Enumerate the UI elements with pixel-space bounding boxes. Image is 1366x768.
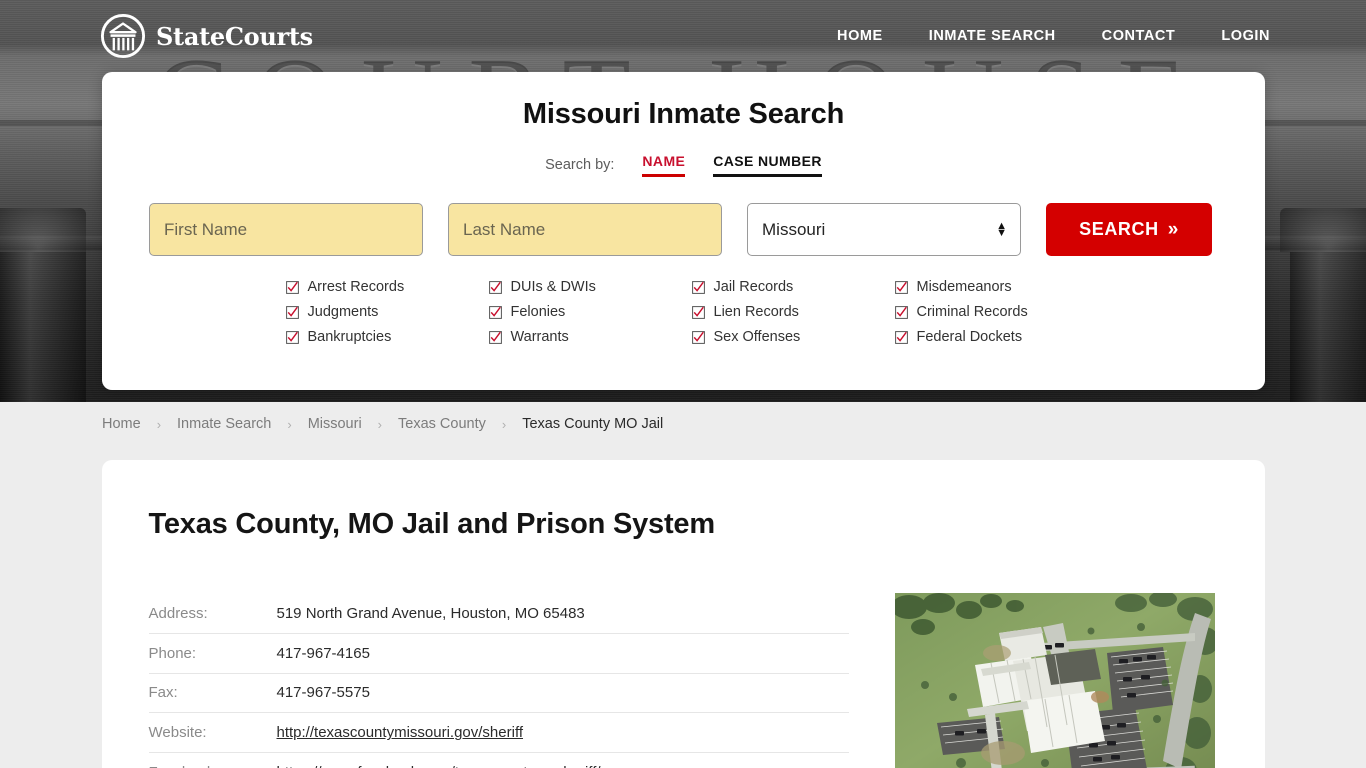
page-title: Texas County, MO Jail and Prison System	[148, 508, 716, 540]
checkbox-judgments[interactable]: Judgments	[285, 304, 489, 320]
row-value-phone: 417-967-4165	[276, 644, 370, 662]
hero-column-capital	[0, 208, 86, 252]
website-link[interactable]: http://texascountymissouri.gov/sheriff	[277, 724, 524, 741]
nav-item-home[interactable]: HOME	[837, 28, 883, 44]
search-by-label: Search by:	[545, 157, 615, 173]
checkbox-label: Sex Offenses	[713, 329, 801, 345]
table-row: Address: 519 North Grand Avenue, Houston…	[148, 594, 849, 634]
checked-checkbox-icon	[691, 280, 705, 294]
checkbox-sex-offenses[interactable]: Sex Offenses	[691, 329, 895, 345]
record-type-checkbox-grid: Arrest Records DUIs & DWIs Jail Records …	[102, 279, 1265, 345]
hero-header: COURT HOUSE StateCourts HOM	[0, 0, 1366, 402]
chevron-right-icon: ›	[501, 416, 507, 432]
nav-links: HOME INMATE SEARCH CONTACT LOGIN	[837, 28, 1270, 44]
main-content-area: Texas County, MO Jail and Prison System …	[0, 446, 1366, 768]
facebook-link[interactable]: https://www.facebook.com/texascountymosh…	[277, 764, 601, 768]
row-value-fax: 417-967-5575	[276, 684, 370, 702]
chevron-right-icon: ›	[377, 416, 383, 432]
checked-checkbox-icon	[488, 330, 502, 344]
table-row: Facebook: https://www.facebook.com/texas…	[149, 753, 849, 768]
checkbox-arrest-records[interactable]: Arrest Records	[285, 279, 489, 295]
checkbox-misdemeanors[interactable]: Misdemeanors	[894, 279, 1098, 295]
breadcrumb-item-current: Texas County MO Jail	[522, 416, 664, 432]
facility-detail-card: Texas County, MO Jail and Prison System …	[101, 460, 1265, 768]
checked-checkbox-icon	[285, 305, 299, 319]
row-label: Phone:	[148, 644, 197, 662]
checkbox-label: Judgments	[307, 304, 379, 320]
checkbox-warrants[interactable]: Warrants	[488, 329, 692, 345]
nav-item-contact[interactable]: CONTACT	[1102, 28, 1176, 44]
checked-checkbox-icon	[691, 305, 705, 319]
state-select-wrapper: Missouri ▲ ▼	[747, 203, 1021, 256]
breadcrumb-item-home[interactable]: Home	[102, 416, 141, 432]
tab-case-number[interactable]: CASE NUMBER	[713, 153, 822, 177]
checked-checkbox-icon	[285, 280, 299, 294]
facility-info-table: Address: 519 North Grand Avenue, Houston…	[148, 593, 849, 768]
search-form-row: Missouri ▲▼ SEARCH »	[102, 203, 1265, 256]
search-button[interactable]: SEARCH »	[1046, 203, 1212, 256]
facility-map-column	[894, 593, 1215, 768]
table-row: Website: http://texascountymissouri.gov/…	[148, 713, 849, 753]
checkbox-label: Federal Dockets	[916, 329, 1023, 345]
nav-item-inmate-search[interactable]: INMATE SEARCH	[929, 28, 1056, 44]
checkbox-jail-records[interactable]: Jail Records	[691, 279, 895, 295]
hero-column	[0, 252, 86, 402]
checked-checkbox-icon	[488, 305, 502, 319]
search-button-label: SEARCH	[1079, 219, 1159, 239]
checkbox-label: Warrants	[510, 329, 569, 345]
checked-checkbox-icon	[488, 280, 502, 294]
checkbox-label: Misdemeanors	[916, 279, 1012, 295]
inmate-search-card: Missouri Inmate Search Search by: NAME C…	[102, 72, 1265, 390]
double-chevron-right-icon: »	[1167, 219, 1179, 240]
breadcrumb-item-missouri[interactable]: Missouri	[308, 416, 362, 432]
table-row: Phone: 417-967-4165	[148, 633, 849, 674]
checkbox-label: Bankruptcies	[307, 329, 392, 345]
breadcrumb: Home › Inmate Search › Missouri › Texas …	[0, 402, 1366, 446]
courthouse-circle-icon	[100, 13, 146, 59]
checkbox-label: Arrest Records	[307, 279, 405, 295]
checkbox-criminal-records[interactable]: Criminal Records	[894, 304, 1098, 320]
breadcrumb-item-texas-county[interactable]: Texas County	[398, 416, 486, 432]
checkbox-lien-records[interactable]: Lien Records	[691, 304, 895, 320]
checked-checkbox-icon	[894, 330, 908, 344]
row-value-website-cell: http://texascountymissouri.gov/sheriff	[277, 713, 849, 753]
row-value-facebook-cell: https://www.facebook.com/texascountymosh…	[277, 753, 849, 768]
checked-checkbox-icon	[285, 330, 299, 344]
checkbox-bankruptcies[interactable]: Bankruptcies	[285, 329, 489, 345]
chevron-right-icon: ›	[287, 416, 292, 432]
search-by-row: Search by: NAME CASE NUMBER	[102, 153, 1265, 177]
tab-name[interactable]: NAME	[642, 153, 686, 177]
row-label: Facebook:	[149, 753, 277, 768]
facility-content-row: Address: 519 North Grand Avenue, Houston…	[148, 593, 1218, 768]
checkbox-label: DUIs & DWIs	[510, 279, 596, 295]
brand-name: StateCourts	[156, 21, 313, 51]
satellite-map-image[interactable]	[894, 593, 1215, 768]
checked-checkbox-icon	[894, 280, 908, 294]
checkbox-label: Jail Records	[713, 279, 794, 295]
checkbox-label: Criminal Records	[916, 304, 1028, 320]
table-row: Fax: 417-967-5575	[148, 673, 849, 713]
row-value-address: 519 North Grand Avenue, Houston, MO 6548…	[276, 604, 585, 622]
top-navigation-bar: StateCourts HOME INMATE SEARCH CONTACT L…	[0, 0, 1366, 72]
checkbox-felonies[interactable]: Felonies	[488, 304, 692, 320]
first-name-input[interactable]	[149, 203, 423, 256]
nav-item-login[interactable]: LOGIN	[1221, 28, 1270, 44]
breadcrumb-item-inmate-search[interactable]: Inmate Search	[177, 416, 271, 432]
row-label: Website:	[148, 724, 207, 742]
chevron-right-icon: ›	[156, 416, 162, 432]
row-label: Address:	[148, 604, 208, 622]
checked-checkbox-icon	[691, 330, 705, 344]
state-select[interactable]: Missouri	[747, 203, 1021, 256]
hero-column-capital	[1280, 208, 1366, 252]
brand-logo-link[interactable]: StateCourts	[100, 13, 313, 59]
checkbox-label: Felonies	[510, 304, 566, 320]
checkbox-federal-dockets[interactable]: Federal Dockets	[894, 329, 1098, 345]
checkbox-duis-dwis[interactable]: DUIs & DWIs	[488, 279, 692, 295]
checkbox-label: Lien Records	[713, 304, 799, 320]
last-name-input[interactable]	[448, 203, 722, 256]
checked-checkbox-icon	[894, 305, 908, 319]
row-label: Fax:	[148, 684, 178, 702]
search-card-title: Missouri Inmate Search	[522, 98, 845, 130]
hero-column	[1290, 252, 1366, 402]
